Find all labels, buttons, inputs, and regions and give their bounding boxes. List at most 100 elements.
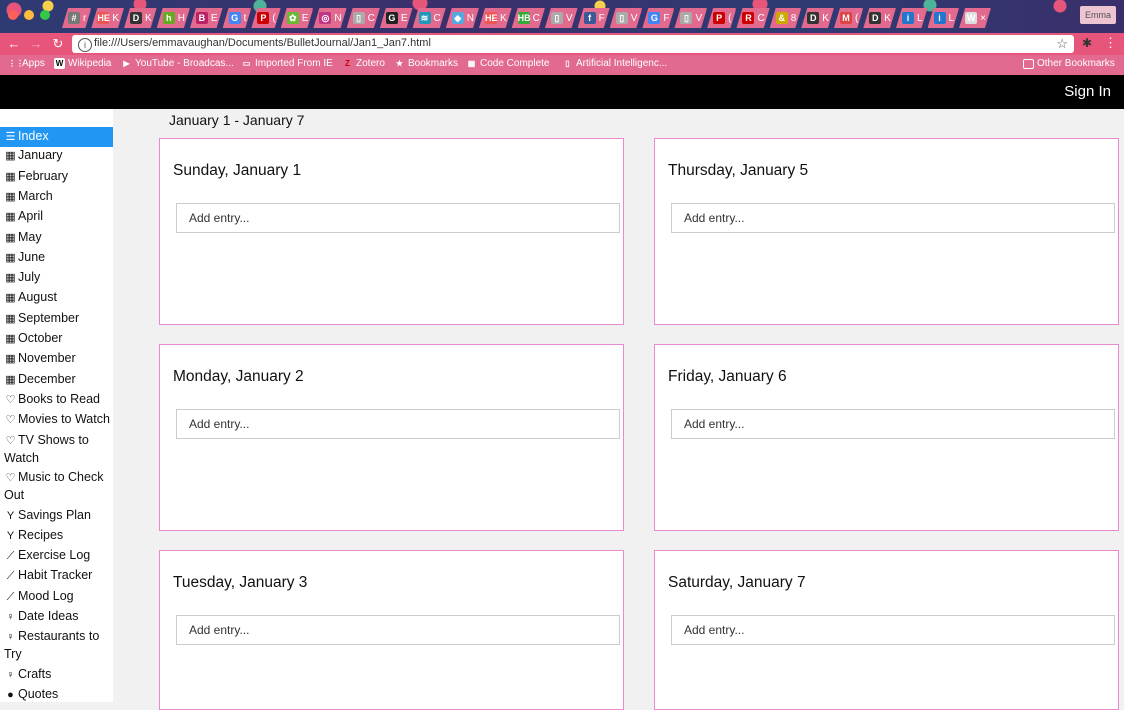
maximize-window-button[interactable]: [40, 10, 50, 20]
reload-icon[interactable]: ↻: [50, 36, 66, 52]
sidebar-item-june[interactable]: ▦ June: [0, 249, 113, 267]
browser-tab[interactable]: iL: [928, 8, 960, 28]
browser-tab[interactable]: P(: [707, 8, 736, 28]
sidebar-item-label: September: [18, 310, 80, 325]
add-entry-input[interactable]: Add entry...: [671, 203, 1115, 233]
bookmark-item[interactable]: ▦ Code Complete: [466, 58, 550, 69]
heart-icon: ♡: [5, 472, 16, 484]
sidebar-item-august[interactable]: ▦ August: [0, 289, 113, 307]
browser-tab[interactable]: DK: [801, 8, 834, 28]
browser-tab[interactable]: GE: [380, 8, 413, 28]
tab-favicon-icon: f: [584, 12, 596, 24]
profile-button[interactable]: Emma: [1080, 6, 1116, 24]
browser-tab[interactable]: RC: [736, 8, 769, 28]
browser-tab[interactable]: BE: [190, 8, 223, 28]
add-entry-input[interactable]: Add entry...: [176, 203, 620, 233]
browser-tab[interactable]: fF: [578, 8, 610, 28]
other-bookmarks[interactable]: Other Bookmarks: [1023, 58, 1115, 69]
browser-tab[interactable]: ▯ C: [347, 8, 380, 28]
bookmark-item[interactable]: ▯ Artificial Intelligenc...: [562, 58, 667, 69]
bookmark-item[interactable]: ▶ YouTube - Broadcas...: [121, 58, 233, 69]
bookmark-item[interactable]: ▭ Imported From IE: [241, 58, 333, 69]
bookmark-item[interactable]: ★ Bookmarks: [394, 58, 458, 69]
sidebar-item-tv-shows-to-watch[interactable]: ♡ TV Shows to Watch: [0, 432, 113, 467]
browser-tab[interactable]: Gt: [223, 8, 252, 28]
sidebar-item-march[interactable]: ▦ March: [0, 188, 113, 206]
sidebar-item-date-ideas[interactable]: ♀ Date Ideas: [0, 608, 113, 626]
sidebar-item-october[interactable]: ▦ October: [0, 330, 113, 348]
sidebar-item-movies-to-watch[interactable]: ♡ Movies to Watch: [0, 411, 113, 429]
sidebar-item-quotes[interactable]: ● Quotes: [0, 686, 113, 702]
browser-tab[interactable]: ▯ V: [610, 8, 643, 28]
sidebar-item-january[interactable]: ▦ January: [0, 147, 113, 165]
browser-tab[interactable]: HE K: [479, 8, 512, 28]
browser-tab[interactable]: HE K: [91, 8, 124, 28]
browser-tab[interactable]: GF: [642, 8, 674, 28]
sidebar-item-february[interactable]: ▦ February: [0, 168, 113, 186]
sidebar-item-restaurants-to-try[interactable]: ♀ Restaurants to Try: [0, 628, 113, 663]
bookmark-item[interactable]: ⋮⋮ Apps: [8, 58, 45, 69]
browser-tab[interactable]: # r: [62, 8, 91, 28]
add-entry-input[interactable]: Add entry...: [176, 615, 620, 645]
page-title: January 1 - January 7: [169, 112, 305, 128]
day-heading: Sunday, January 1: [173, 162, 302, 179]
browser-tab[interactable]: ✿ E: [281, 8, 314, 28]
browser-tab[interactable]: M(: [834, 8, 863, 28]
sidebar-item-recipes[interactable]: Y Recipes: [0, 527, 113, 545]
sidebar-item-may[interactable]: ▦ May: [0, 229, 113, 247]
browser-menu-icon[interactable]: ⋮: [1104, 35, 1117, 51]
day-card: Saturday, January 7 Add entry...: [654, 550, 1119, 710]
sidebar-item-books-to-read[interactable]: ♡ Books to Read: [0, 391, 113, 409]
bookmark-item[interactable]: Z Zotero: [342, 58, 385, 69]
browser-tab[interactable]: DK: [124, 8, 157, 28]
add-entry-input[interactable]: Add entry...: [671, 615, 1115, 645]
minimize-window-button[interactable]: [24, 10, 34, 20]
url-text[interactable]: file:///Users/emmavaughan/Documents/Bull…: [94, 37, 431, 49]
browser-tab[interactable]: ▯ V: [674, 8, 707, 28]
browser-tab[interactable]: iL: [896, 8, 928, 28]
bookmark-star-icon[interactable]: ☆: [1056, 36, 1068, 52]
sidebar-item-september[interactable]: ▦ September: [0, 310, 113, 328]
browser-tab[interactable]: ▯ V: [545, 8, 578, 28]
calendar-icon: ▦: [5, 190, 16, 203]
sidebar-item-label: Movies to Watch: [18, 412, 110, 427]
sign-in-link[interactable]: Sign In: [1064, 83, 1111, 100]
browser-tab[interactable]: HB C: [512, 8, 545, 28]
sidebar-item-july[interactable]: ▦ July: [0, 269, 113, 287]
sidebar-item-label: Exercise Log: [18, 548, 91, 563]
line-chart-icon: ⟋: [6, 550, 15, 563]
sidebar-item-december[interactable]: ▦ December: [0, 371, 113, 389]
browser-tab[interactable]: DK: [863, 8, 896, 28]
browser-tab[interactable]: ◆ N: [446, 8, 479, 28]
sidebar-item-mood-log[interactable]: ⟋ Mood Log: [0, 588, 113, 606]
address-bar[interactable]: i file:///Users/emmavaughan/Documents/Bu…: [72, 35, 1074, 53]
sidebar-item-november[interactable]: ▦ November: [0, 350, 113, 368]
browser-tab[interactable]: & 8: [770, 8, 802, 28]
tab-title: N: [334, 12, 342, 24]
sidebar-item-april[interactable]: ▦ April: [0, 208, 113, 226]
calendar-icon: ▦: [5, 312, 16, 325]
browser-tab[interactable]: W ×: [959, 8, 991, 28]
browser-tab[interactable]: ≋ C: [413, 8, 446, 28]
info-icon[interactable]: i: [78, 38, 92, 52]
bookmark-item[interactable]: W Wikipedia: [54, 58, 111, 69]
sidebar-item-habit-tracker[interactable]: ⟋ Habit Tracker: [0, 567, 113, 585]
forward-arrow-icon[interactable]: →: [28, 36, 44, 52]
sidebar-item-exercise-log[interactable]: ⟋ Exercise Log: [0, 547, 113, 565]
sidebar-item-music-to-check-out[interactable]: ♡ Music to Check Out: [0, 469, 113, 504]
extension-gear-icon[interactable]: ✱: [1082, 36, 1092, 50]
sidebar-item-label: Mood Log: [18, 588, 74, 603]
add-entry-input[interactable]: Add entry...: [671, 409, 1115, 439]
browser-tab[interactable]: ◎ N: [313, 8, 346, 28]
calendar-icon: ▦: [5, 292, 16, 305]
browser-tab[interactable]: P(: [251, 8, 280, 28]
sidebar-item-index[interactable]: ☰ Index: [0, 127, 113, 147]
calendar-icon: ▦: [5, 353, 16, 366]
back-arrow-icon[interactable]: ←: [6, 36, 22, 52]
close-window-button[interactable]: [8, 10, 18, 20]
sidebar-item-savings-plan[interactable]: Y Savings Plan: [0, 507, 113, 525]
add-entry-input[interactable]: Add entry...: [176, 409, 620, 439]
tab-favicon-icon: ▯: [551, 12, 563, 24]
browser-tab[interactable]: hH: [157, 8, 190, 28]
sidebar-item-crafts[interactable]: ♀ Crafts: [0, 666, 113, 684]
